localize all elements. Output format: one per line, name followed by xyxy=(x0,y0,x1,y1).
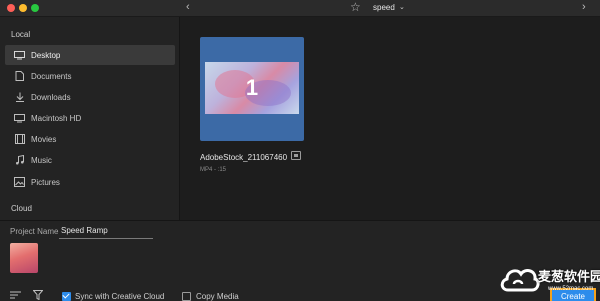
thumbnail-number: 1 xyxy=(245,75,259,100)
sidebar: Local Desktop Documents Downloads Macint… xyxy=(0,17,180,220)
music-icon xyxy=(14,155,25,165)
watermark-url: www.52mac.com xyxy=(548,286,594,292)
cloud-logo-icon xyxy=(500,269,540,292)
documents-icon xyxy=(14,71,25,81)
sync-checkbox-label: Sync with Creative Cloud xyxy=(75,292,165,301)
list-view-icon[interactable] xyxy=(10,291,21,301)
film-icon xyxy=(14,134,25,144)
watermark-text: 麦葱软件园 xyxy=(538,269,600,284)
sidebar-item-label: Pictures xyxy=(31,177,60,187)
sidebar-item-pictures[interactable]: Pictures xyxy=(5,172,175,192)
sync-checkbox[interactable] xyxy=(62,292,71,301)
media-tile[interactable]: 1 xyxy=(200,37,304,141)
sidebar-item-macintosh-hd[interactable]: Macintosh HD xyxy=(5,108,175,128)
clip-meta: MP4 - :15 xyxy=(200,167,227,173)
sidebar-item-label: Music xyxy=(31,155,52,165)
hard-drive-icon xyxy=(14,113,25,123)
back-button[interactable]: ‹ xyxy=(186,1,190,13)
sidebar-item-label: Movies xyxy=(31,134,57,144)
sidebar-item-label: Downloads xyxy=(31,92,71,102)
copy-media-checkbox[interactable] xyxy=(182,292,191,301)
sidebar-item-documents[interactable]: Documents xyxy=(5,66,175,86)
sidebar-item-label: Macintosh HD xyxy=(31,113,82,123)
filter-icon[interactable] xyxy=(32,290,44,301)
close-window-button[interactable] xyxy=(7,4,15,12)
desktop-icon xyxy=(14,50,25,60)
download-icon xyxy=(14,92,25,102)
local-section-label: Local xyxy=(11,30,31,39)
media-browser: 1 AdobeStock_211067460 MP4 - :15 xyxy=(181,17,600,220)
minimize-window-button[interactable] xyxy=(19,4,27,12)
pictures-icon xyxy=(14,177,25,187)
forward-button[interactable]: › xyxy=(582,1,586,13)
project-thumbnail xyxy=(10,243,38,273)
project-name-input[interactable] xyxy=(59,223,153,239)
sidebar-item-desktop[interactable]: Desktop xyxy=(5,45,175,65)
expand-preview-icon[interactable] xyxy=(291,151,301,160)
maximize-window-button[interactable] xyxy=(31,4,39,12)
sidebar-item-label: Desktop xyxy=(31,50,61,60)
favorite-star-icon[interactable]: ☆ xyxy=(350,0,361,14)
sidebar-item-downloads[interactable]: Downloads xyxy=(5,87,175,107)
project-name-label: Project Name xyxy=(10,227,59,236)
sidebar-item-music[interactable]: Music xyxy=(5,150,175,170)
title-bar: ‹ ☆ speed ⌄ › xyxy=(0,0,600,17)
watermark: 麦葱软件园 www.52mac.com xyxy=(498,260,600,298)
sidebar-item-movies[interactable]: Movies xyxy=(5,129,175,149)
folder-dropdown-chevron-icon[interactable]: ⌄ xyxy=(399,3,405,11)
clip-name: AdobeStock_211067460 xyxy=(200,153,288,162)
video-thumbnail: 1 xyxy=(205,62,299,114)
cloud-section-label: Cloud xyxy=(11,204,32,213)
current-folder-name[interactable]: speed xyxy=(373,3,395,12)
sidebar-item-label: Documents xyxy=(31,71,72,81)
copy-media-checkbox-label: Copy Media xyxy=(196,292,239,301)
